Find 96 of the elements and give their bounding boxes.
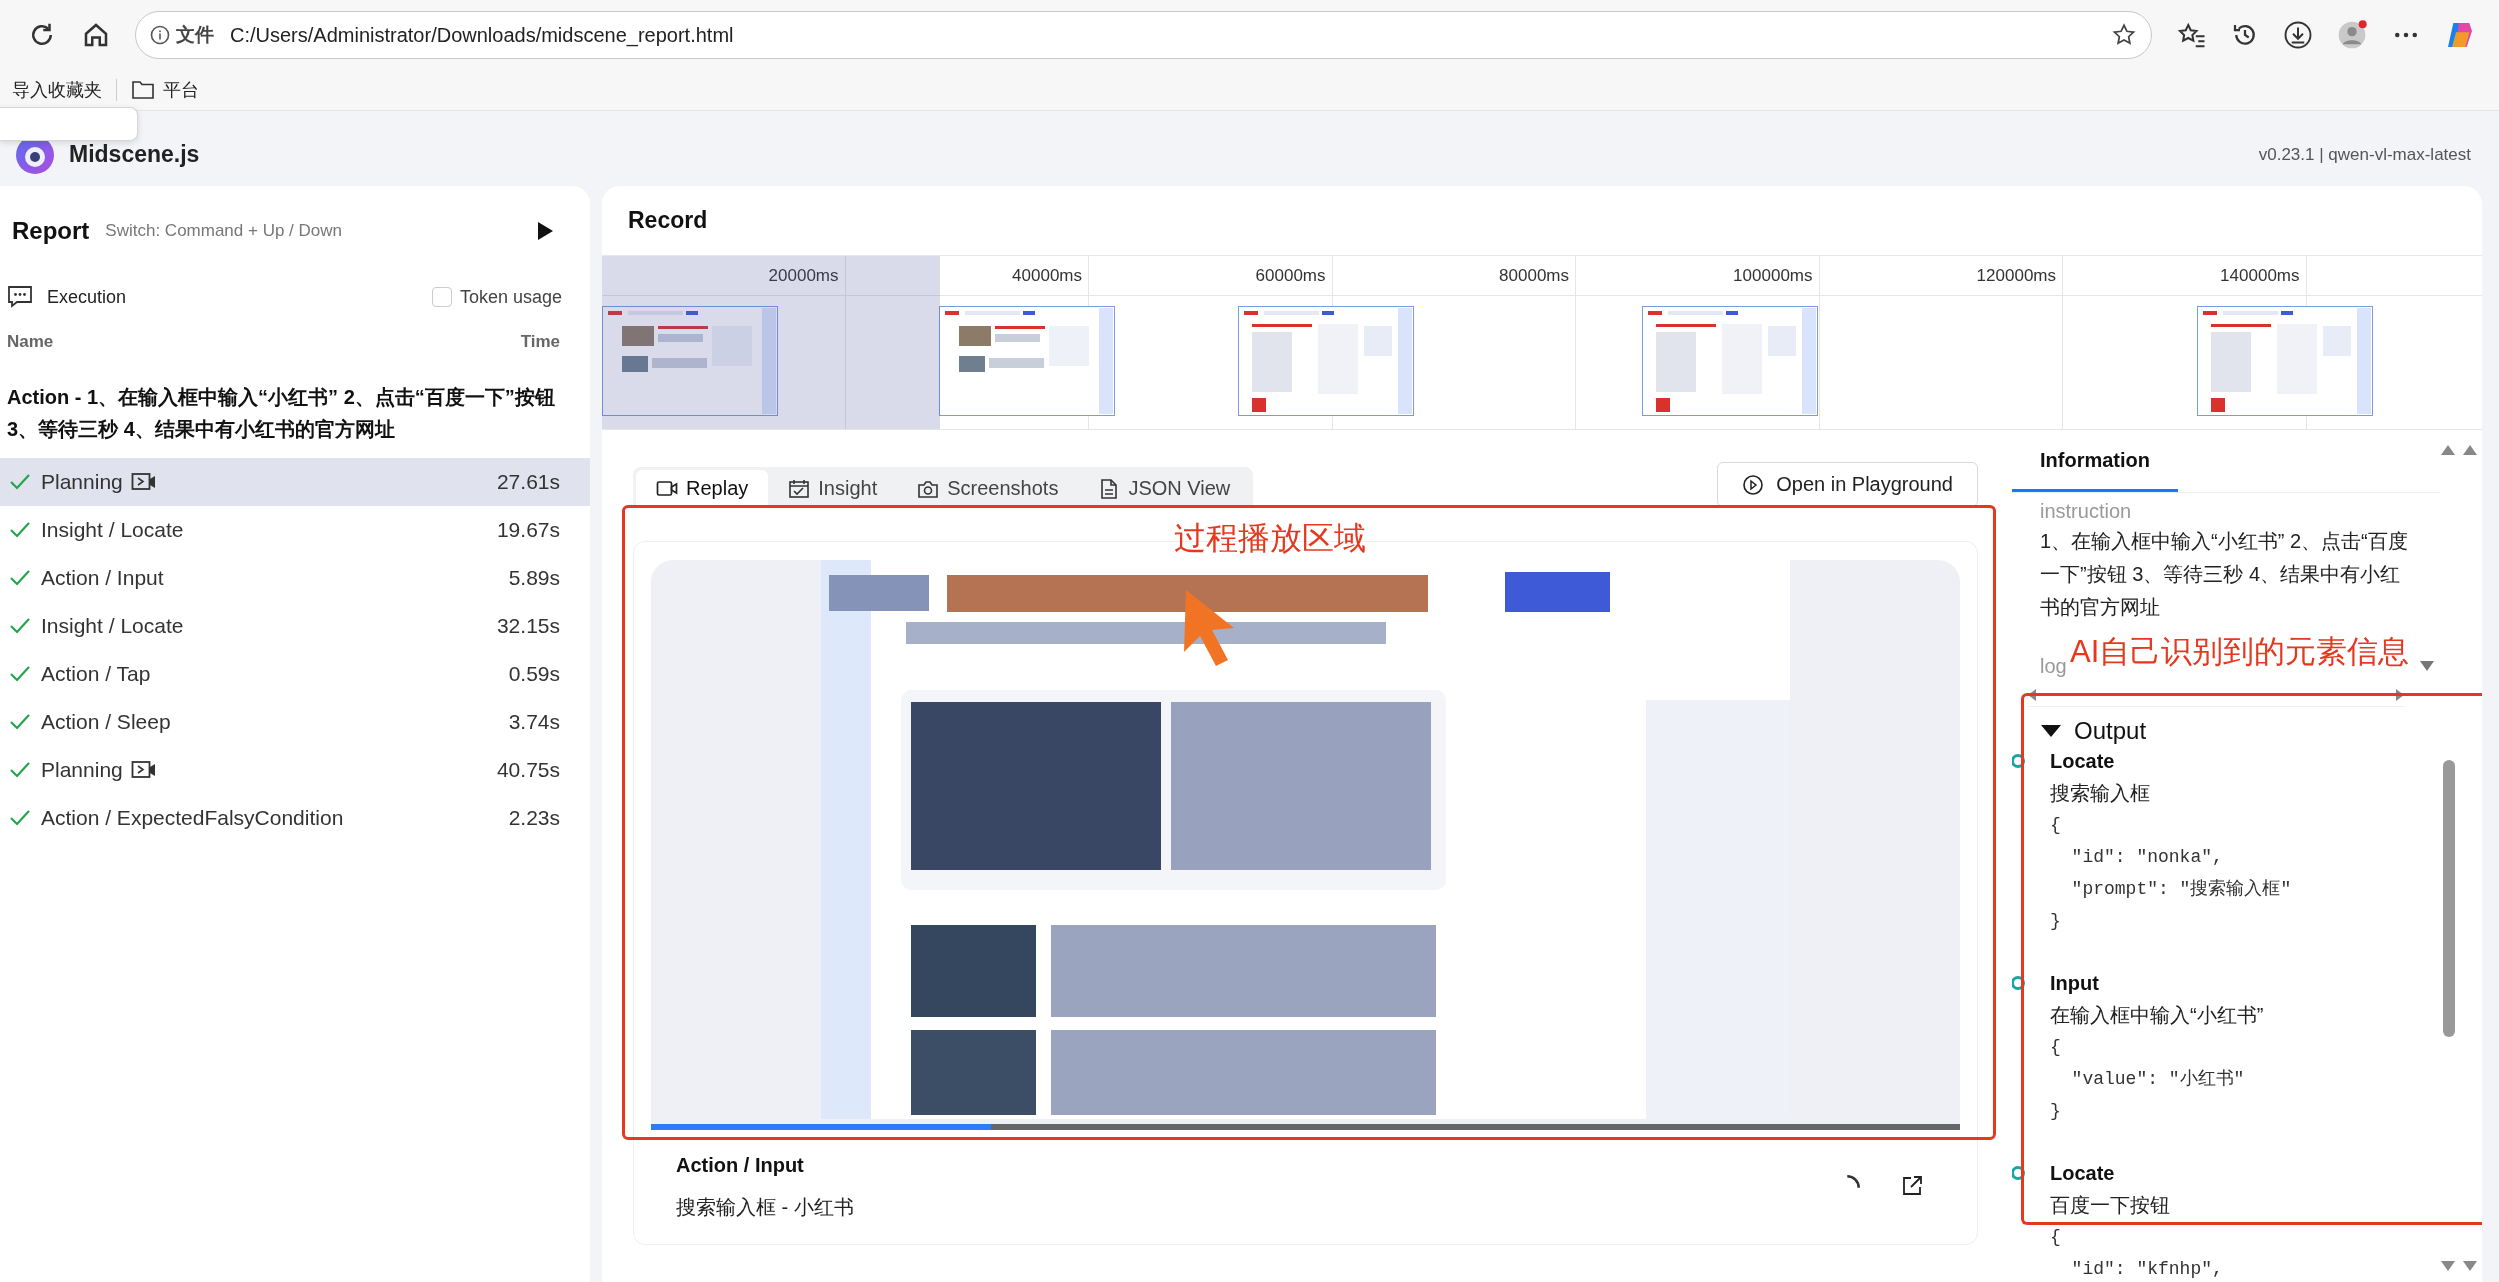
- code-line: "value": "小红书": [2070, 1068, 2245, 1091]
- task-row[interactable]: Action / Tap 0.59s: [0, 650, 590, 698]
- section-title: Execution: [47, 286, 127, 308]
- code-line: "id": "kfnhp",: [2070, 1258, 2223, 1281]
- address-bar[interactable]: 文件 C:/Users/Administrator/Downloads/midscene_report.html: [135, 11, 2152, 59]
- code-line: "prompt": "搜索输入框": [2070, 878, 2292, 901]
- field-label: instruction: [2040, 499, 2133, 523]
- scroll-down-icon[interactable]: [2462, 1260, 2478, 1272]
- shortcut-hint: Switch: Command + Up / Down: [105, 221, 342, 241]
- task-name: Planning: [41, 470, 123, 494]
- annotation-text: AI自己识别到的元素信息: [2070, 633, 2410, 671]
- report-title: Report: [12, 217, 90, 245]
- section-title: Output: [2074, 717, 2147, 745]
- task-time: 2.23s: [508, 806, 560, 830]
- tick-label: 80000ms: [1332, 256, 1575, 296]
- task-time: 27.61s: [496, 470, 560, 494]
- task-row[interactable]: Action / Sleep 3.74s: [0, 698, 590, 746]
- info-tab[interactable]: Information: [2012, 432, 2178, 492]
- task-row[interactable]: Action / ExpectedFalsyCondition 2.23s: [0, 794, 590, 842]
- tick-label: 20000ms: [602, 256, 845, 296]
- step-name: Locate: [2050, 749, 2115, 774]
- scroll-right-icon[interactable]: [2395, 688, 2405, 702]
- avatar-icon[interactable]: [2336, 19, 2368, 51]
- task-time: 19.67s: [496, 518, 560, 542]
- step-prompt: 搜索输入框: [2050, 781, 2150, 806]
- task-time: 0.59s: [508, 662, 560, 686]
- scroll-down-icon[interactable]: [2440, 1260, 2456, 1272]
- calendar-icon: [788, 477, 811, 500]
- bookmark-link[interactable]: 平台: [127, 76, 203, 104]
- code-line: }: [2050, 1100, 2061, 1123]
- view-tab[interactable]: Replay: [636, 470, 769, 507]
- tick-label: 120000ms: [1819, 256, 2062, 296]
- step-prompt: 在输入框中输入“小红书”: [2050, 1003, 2264, 1028]
- scroll-left-icon[interactable]: [2027, 688, 2037, 702]
- file-label: 文件: [176, 23, 214, 47]
- code-line: }: [2050, 910, 2061, 933]
- view-tab[interactable]: Insight: [768, 470, 898, 507]
- task-time: 40.75s: [496, 758, 560, 782]
- task-row[interactable]: Insight / Locate 32.15s: [0, 602, 590, 650]
- step-detail: 搜索输入框 - 小红书: [676, 1195, 854, 1220]
- url-text: C:/Users/Administrator/Downloads/midscene_report.html: [230, 23, 734, 47]
- tick-label: 60000ms: [1089, 256, 1332, 296]
- scroll-up-icon[interactable]: [2462, 444, 2478, 456]
- code-line: {: [2050, 1036, 2061, 1059]
- app-title: Midscene.js: [69, 141, 200, 168]
- task-time: 32.15s: [496, 614, 560, 638]
- scrollbar-thumb[interactable]: [2443, 760, 2455, 1037]
- play-circle-icon: [1742, 473, 1765, 496]
- chat-icon: [7, 285, 33, 309]
- code-line: {: [2050, 814, 2061, 837]
- task-name: Action / ExpectedFalsyCondition: [41, 806, 344, 830]
- view-tab[interactable]: JSON View: [1078, 470, 1251, 507]
- code-line: "id": "nonka",: [2070, 846, 2223, 869]
- field-label: log: [2040, 654, 2067, 678]
- favorites-icon[interactable]: [2177, 20, 2207, 50]
- step-name: Input: [2050, 971, 2099, 996]
- tick-label: 40000ms: [845, 256, 1088, 296]
- annotation-text: 过程播放区域: [1174, 520, 1366, 556]
- task-row[interactable]: Planning 27.61s: [0, 458, 590, 506]
- task-time: 3.74s: [508, 710, 560, 734]
- bookmark-link[interactable]: 导入收藏夹: [8, 76, 106, 104]
- timeline-selection[interactable]: [602, 256, 940, 429]
- step-name: Locate: [2050, 1161, 2115, 1186]
- token-usage-checkbox[interactable]: Token usage: [431, 286, 562, 308]
- dropdown-arrow-icon[interactable]: [2419, 660, 2435, 672]
- view-tab[interactable]: Screenshots: [897, 470, 1079, 507]
- version-text: v0.23.1 | qwen-vl-max-latest: [2258, 144, 2471, 165]
- instruction-text: 1、在输入框中输入“小红书” 2、点击“百度一下”按钮 3、等待三秒 4、结果中有小红书的官方网址: [2040, 529, 2409, 620]
- tick-label: 100000ms: [1576, 256, 1819, 296]
- open-playground-button[interactable]: Open in Playground: [1717, 462, 1978, 507]
- scroll-up-icon[interactable]: [2440, 444, 2456, 456]
- play-icon[interactable]: [535, 220, 555, 242]
- task-name: Action / Input: [41, 566, 164, 590]
- code-line: {: [2050, 1226, 2061, 1249]
- task-name: Action / Sleep: [41, 710, 171, 734]
- task-name: Action / Tap: [41, 662, 151, 686]
- task-name: Insight / Locate: [41, 614, 184, 638]
- task-row[interactable]: Action / Input 5.89s: [0, 554, 590, 602]
- task-row[interactable]: Insight / Locate 19.67s: [0, 506, 590, 554]
- task-name: Insight / Locate: [41, 518, 184, 542]
- info-icon: [150, 25, 170, 45]
- task-group-title: Action - 1、在输入框中输入“小红书” 2、点击“百度一下”按钮 3、等待三秒 4、结果中有小红书的官方网址: [7, 385, 556, 442]
- tick-label: 140000ms: [2063, 256, 2306, 296]
- step-prompt: 百度一下按钮: [2050, 1193, 2170, 1218]
- folder-icon: [131, 79, 155, 101]
- column-header: Time: [520, 332, 560, 352]
- star-icon[interactable]: [2111, 22, 2137, 48]
- expand-arrow-icon[interactable]: [2040, 724, 2062, 738]
- step-title: Action / Input: [676, 1153, 805, 1178]
- task-row[interactable]: Planning 40.75s: [0, 746, 590, 794]
- external-link-icon[interactable]: [1900, 1174, 1924, 1198]
- task-time: 5.89s: [508, 566, 560, 590]
- column-header: Name: [7, 332, 54, 352]
- record-title: Record: [628, 207, 708, 234]
- task-name: Planning: [41, 758, 123, 782]
- download-icon[interactable]: [2283, 20, 2313, 50]
